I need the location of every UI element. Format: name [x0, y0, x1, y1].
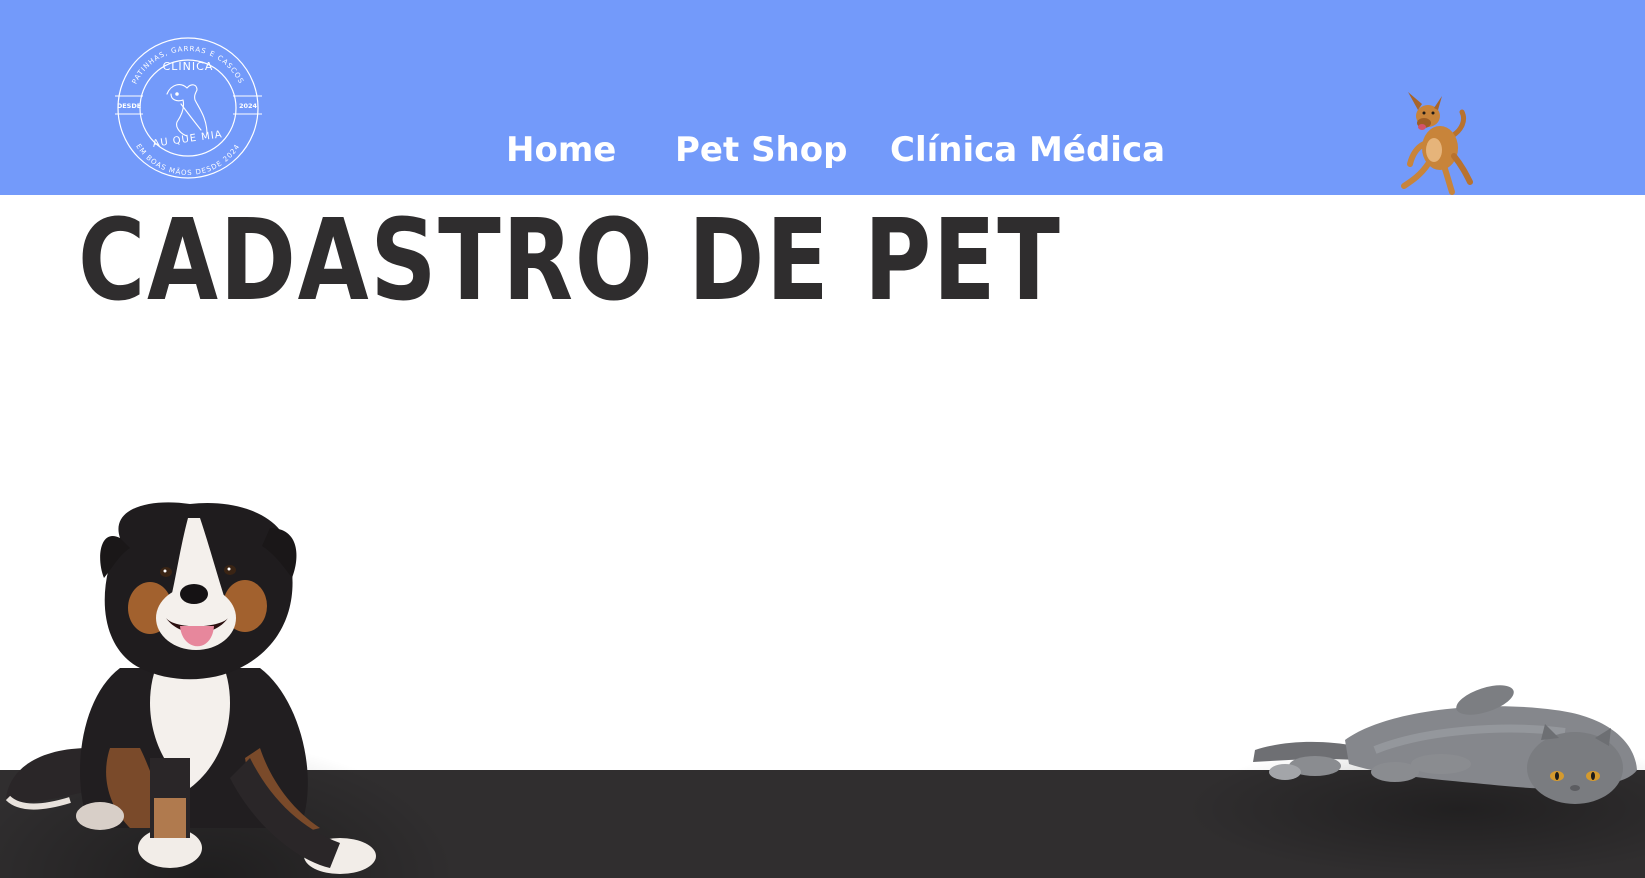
main-nav: Home Pet Shop Clínica Médica: [0, 120, 1645, 180]
page-title: CADASTRO DE PET: [78, 196, 1062, 326]
nav-item-home[interactable]: Home: [506, 120, 616, 180]
header: PATINHAS, GARRAS E CASCOS CLÍNICA DESDE …: [0, 0, 1645, 195]
lying-cat-illustration: [1245, 680, 1645, 810]
nav-item-pet-shop[interactable]: Pet Shop: [675, 120, 847, 180]
running-dog-icon: [1400, 86, 1474, 196]
logo-left-tag: DESDE: [117, 102, 141, 110]
logo-right-tag: 2024: [239, 102, 258, 110]
nav-item-clinica-medica[interactable]: Clínica Médica: [890, 120, 1165, 180]
logo-name: CLÍNICA: [163, 60, 214, 73]
page: PATINHAS, GARRAS E CASCOS CLÍNICA DESDE …: [0, 0, 1645, 878]
sitting-dog-illustration: [0, 498, 390, 878]
